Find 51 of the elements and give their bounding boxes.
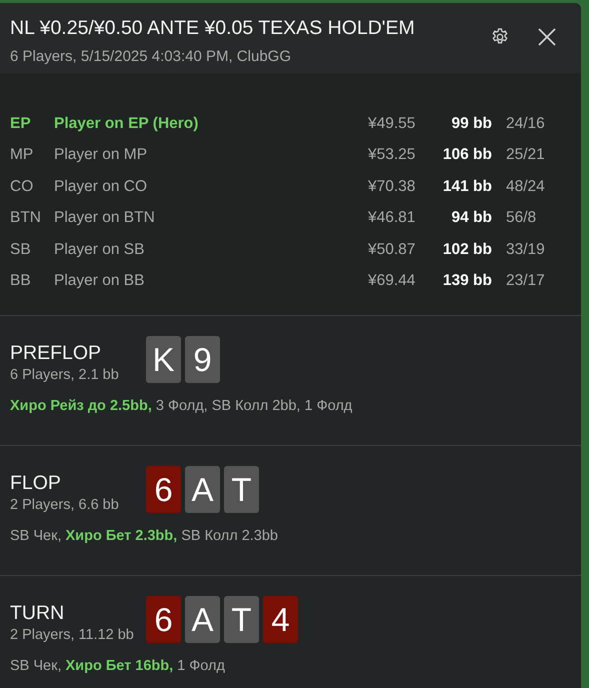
street-info: 2 Players, 6.6 bb	[10, 497, 120, 513]
player-position: CO	[10, 178, 34, 196]
player-stats: 25/21	[506, 146, 546, 164]
street-actions: SB Чек, Хиро Бет 2.3bb, SB Колл 2.3bb	[10, 528, 279, 544]
player-stats: 48/24	[506, 178, 546, 196]
player-stats: 24/16	[506, 114, 546, 133]
playing-card: 6	[146, 466, 181, 513]
player-position: BTN	[10, 209, 42, 228]
street-info: 6 Players, 2.1 bb	[10, 367, 120, 383]
player-stack-bb: 99 bb	[450, 114, 492, 133]
player-position: MP	[10, 146, 34, 164]
street-title: TURN	[10, 602, 66, 625]
street-actions: Хиро Рейз до 2.5bb, 3 Фолд, SB Колл 2bb, 1 Фолд	[10, 398, 354, 414]
player-stack-bb: 94 bb	[450, 209, 492, 228]
player-position: SB	[10, 240, 32, 259]
playing-card: T	[224, 596, 259, 643]
player-stack: ¥50.87	[368, 240, 416, 259]
player-stack-bb: 102 bb	[442, 240, 492, 259]
player-position: BB	[10, 272, 32, 290]
player-stack-bb: 141 bb	[442, 178, 492, 196]
player-stack: ¥46.81	[368, 209, 416, 228]
playing-card: A	[185, 596, 220, 643]
playing-card: K	[146, 336, 181, 383]
player-name: Player on MP	[54, 146, 148, 164]
street-title: PREFLOP	[10, 342, 102, 365]
player-name: Player on CO	[54, 178, 148, 196]
playing-card: T	[224, 466, 259, 513]
street-actions: SB Чек, Хиро Бет 16bb, 1 Фолд	[10, 658, 226, 674]
playing-card: 6	[146, 596, 181, 643]
player-name: Player on BB	[54, 272, 146, 290]
player-stack-bb: 106 bb	[442, 146, 492, 164]
player-name: Player on SB	[54, 240, 146, 259]
player-stack-bb: 139 bb	[442, 272, 492, 290]
player-stack: ¥53.25	[368, 146, 416, 164]
playing-card: A	[185, 466, 220, 513]
player-stack: ¥69.44	[368, 272, 416, 290]
hand-info: 6 Players, 5/15/2025 4:03:40 PM, ClubGG	[10, 48, 292, 65]
player-stack: ¥49.55	[368, 114, 416, 133]
player-name: Player on EP (Hero)	[54, 114, 200, 133]
player-stats: 56/8	[506, 209, 538, 228]
playing-card: 9	[185, 336, 220, 383]
player-stats: 33/19	[506, 240, 546, 259]
street-title: FLOP	[10, 472, 62, 495]
player-name: Player on BTN	[54, 209, 156, 228]
player-stack: ¥70.38	[368, 178, 416, 196]
street-info: 2 Players, 11.12 bb	[10, 627, 135, 643]
window-title: NL ¥0.25/¥0.50 ANTE ¥0.05 TEXAS HOLD'EM	[10, 17, 416, 40]
playing-card: 4	[263, 596, 298, 643]
player-position: EP	[10, 114, 32, 133]
close-icon[interactable]	[537, 27, 557, 47]
player-stats: 23/17	[506, 272, 546, 290]
